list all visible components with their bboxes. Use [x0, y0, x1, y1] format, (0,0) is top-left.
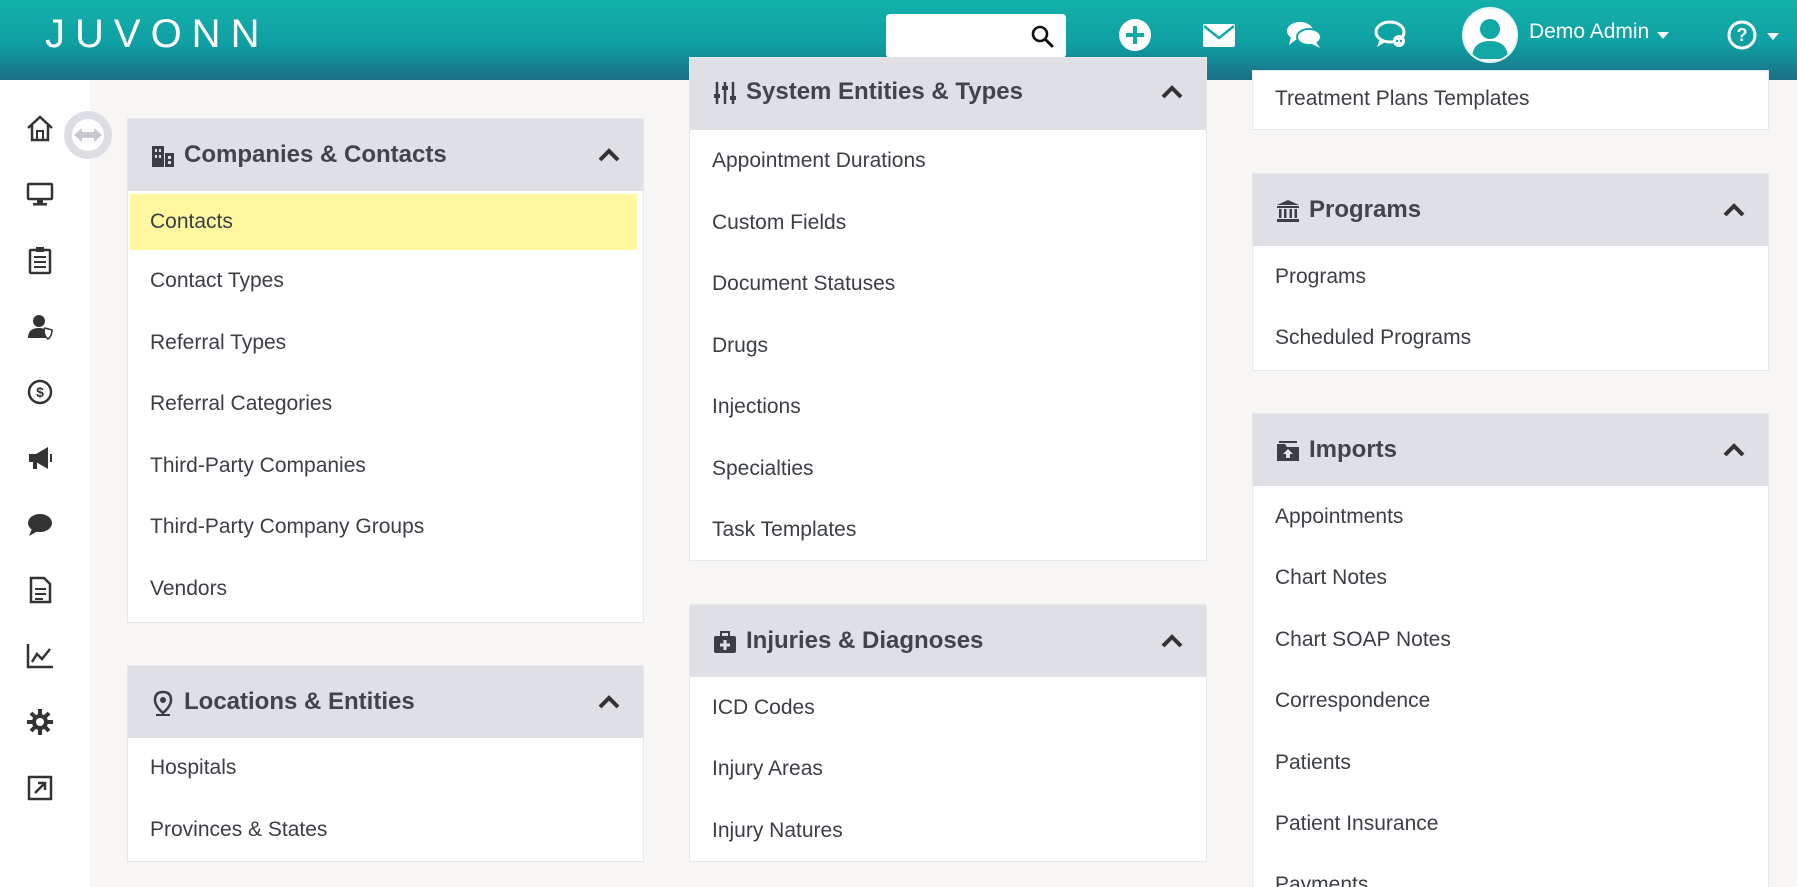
arrows-horizontal-icon — [72, 119, 104, 151]
question-circle-icon[interactable]: ? — [1722, 15, 1782, 55]
svg-text:JUVONNO: JUVONNO — [45, 12, 265, 56]
card-system-entities-types: System Entities & Types Appointment Dura… — [689, 57, 1207, 561]
list-item-icd-codes[interactable]: ICD Codes — [690, 680, 1206, 736]
card-title: Imports — [1309, 436, 1398, 463]
list-item-referral-types[interactable]: Referral Types — [128, 315, 643, 371]
list-item-correspondence[interactable]: Correspondence — [1253, 673, 1768, 729]
list-item-patient-insurance[interactable]: Patient Insurance — [1253, 796, 1768, 852]
desktop-icon[interactable] — [24, 178, 56, 210]
list-item-drugs[interactable]: Drugs — [690, 318, 1206, 374]
chat-bubble-icon[interactable] — [24, 508, 56, 540]
sliders-icon — [714, 82, 736, 104]
list-item-payments[interactable]: Payments — [1253, 857, 1768, 887]
list-item-chart-soap-notes[interactable]: Chart SOAP Notes — [1253, 612, 1768, 668]
list-item-appointments[interactable]: Appointments — [1253, 489, 1768, 545]
dollar-circle-icon[interactable]: $ — [24, 376, 56, 408]
gear-icon[interactable] — [24, 706, 56, 738]
chevron-up-icon[interactable] — [597, 147, 621, 163]
chevron-up-icon[interactable] — [597, 694, 621, 710]
list-item-document-statuses[interactable]: Document Statuses — [690, 256, 1206, 312]
chevron-up-icon[interactable] — [1160, 633, 1184, 649]
chevron-down-icon[interactable] — [1656, 30, 1670, 40]
user-icon — [1472, 19, 1508, 59]
card-header[interactable]: Imports — [1253, 414, 1768, 486]
list-item-hospitals[interactable]: Hospitals — [128, 740, 643, 796]
list-item-injections[interactable]: Injections — [690, 379, 1206, 435]
list-item-third-party-companies[interactable]: Third-Party Companies — [128, 438, 643, 494]
card-title: Locations & Entities — [184, 688, 415, 715]
list-item-referral-categories[interactable]: Referral Categories — [128, 376, 643, 432]
card-injuries-diagnoses: Injuries & Diagnoses ICD Codes Injury Ar… — [689, 604, 1207, 862]
chart-line-icon[interactable] — [24, 640, 56, 672]
chevron-up-icon[interactable] — [1722, 442, 1746, 458]
list-item-injury-areas[interactable]: Injury Areas — [690, 741, 1206, 797]
user-avatar[interactable] — [1462, 7, 1518, 63]
svg-text:?: ? — [1737, 25, 1748, 45]
list-item-custom-fields[interactable]: Custom Fields — [690, 195, 1206, 251]
building-icon — [152, 146, 174, 167]
list-item-third-party-company-groups[interactable]: Third-Party Company Groups — [128, 499, 643, 555]
list-item-programs[interactable]: Programs — [1253, 249, 1768, 305]
megaphone-icon[interactable] — [24, 442, 56, 474]
list-item-contact-types[interactable]: Contact Types — [128, 253, 643, 309]
card-title: Programs — [1309, 196, 1422, 223]
home-icon[interactable] — [24, 112, 56, 144]
list-item-injury-natures[interactable]: Injury Natures — [690, 803, 1206, 859]
card-header[interactable]: Companies & Contacts — [128, 119, 643, 191]
chat-dots-icon[interactable] — [1372, 15, 1412, 55]
add-circle-icon[interactable] — [1115, 15, 1155, 55]
list-item-patients[interactable]: Patients — [1253, 735, 1768, 791]
envelope-icon[interactable] — [1199, 15, 1239, 55]
clipboard-icon[interactable] — [24, 244, 56, 276]
list-item-provinces-states[interactable]: Provinces & States — [128, 802, 643, 858]
list-item-vendors[interactable]: Vendors — [128, 561, 643, 617]
search-icon[interactable] — [1030, 24, 1054, 48]
card-locations-entities: Locations & Entities Hospitals Provinces… — [127, 665, 644, 862]
chevron-up-icon[interactable] — [1722, 202, 1746, 218]
card-title: Injuries & Diagnoses — [746, 627, 984, 654]
list-item-appointment-durations[interactable]: Appointment Durations — [690, 133, 1206, 189]
card-treatment-plans: Treatment Plans Templates — [1252, 70, 1769, 130]
card-programs: Programs Programs Scheduled Programs — [1252, 173, 1769, 371]
map-marker-icon — [153, 690, 173, 716]
list-item-scheduled-programs[interactable]: Scheduled Programs — [1253, 310, 1768, 366]
document-icon[interactable] — [24, 574, 56, 606]
card-companies-contacts: Companies & Contacts Contacts Contact Ty… — [127, 118, 644, 623]
institution-icon — [1277, 200, 1299, 222]
folder-upload-icon — [1277, 441, 1299, 461]
chevron-up-icon[interactable] — [1160, 84, 1184, 100]
search-box — [886, 14, 1066, 58]
card-header[interactable]: System Entities & Types — [690, 58, 1206, 130]
search-input[interactable] — [894, 22, 1024, 50]
external-link-icon[interactable] — [24, 772, 56, 804]
card-title: Companies & Contacts — [184, 141, 447, 168]
user-shield-icon[interactable] — [24, 310, 56, 342]
card-title: System Entities & Types — [746, 78, 1023, 105]
card-imports: Imports Appointments Chart Notes Chart S… — [1252, 413, 1769, 887]
list-item-chart-notes[interactable]: Chart Notes — [1253, 550, 1768, 606]
juvonno-logo[interactable]: JUVONNO — [45, 5, 265, 61]
comments-icon[interactable] — [1284, 15, 1324, 55]
list-item-specialties[interactable]: Specialties — [690, 441, 1206, 497]
sidebar: $ — [0, 80, 90, 887]
card-header[interactable]: Locations & Entities — [128, 666, 643, 738]
sidebar-toggle-button[interactable] — [64, 111, 112, 159]
medkit-icon — [714, 631, 736, 653]
svg-text:$: $ — [36, 384, 44, 400]
card-header[interactable]: Injuries & Diagnoses — [690, 605, 1206, 677]
list-item-treatment-plans-templates[interactable]: Treatment Plans Templates — [1253, 71, 1768, 127]
list-item-task-templates[interactable]: Task Templates — [690, 502, 1206, 558]
user-name[interactable]: Demo Admin — [1529, 20, 1649, 44]
card-header[interactable]: Programs — [1253, 174, 1768, 246]
list-item-contacts[interactable]: Contacts — [130, 194, 637, 250]
